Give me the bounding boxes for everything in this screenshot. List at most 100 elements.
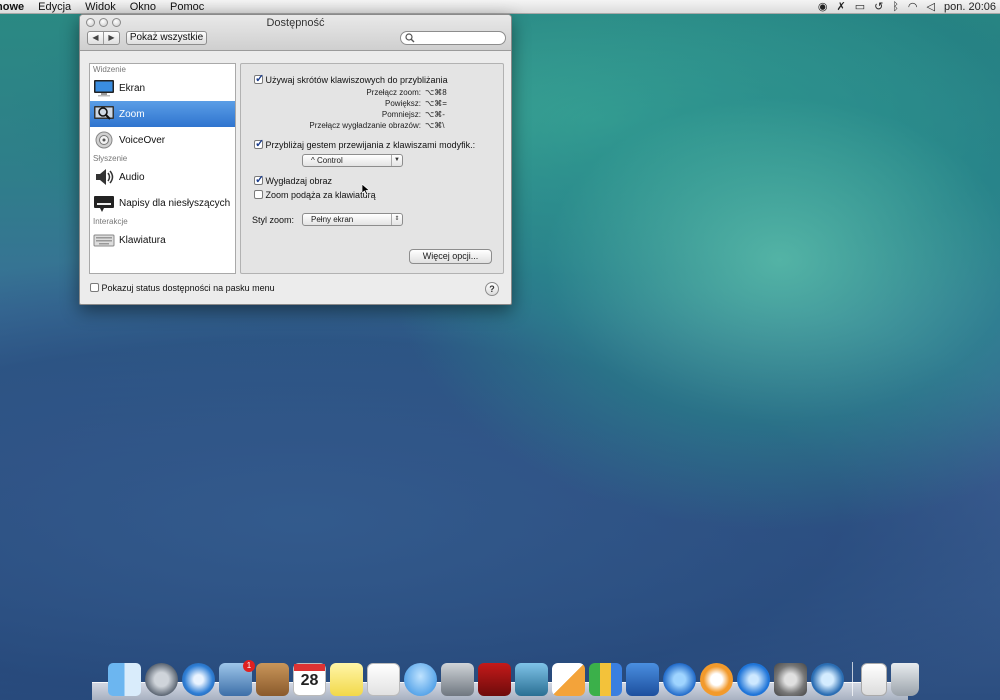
dock: 1 28 [108, 656, 919, 696]
menu-clock[interactable]: pon. 20:06 [944, 0, 996, 14]
dock-separator [852, 662, 853, 696]
use-shortcuts-checkbox[interactable] [254, 72, 264, 85]
nav-back-forward: ◀ ▶ [87, 31, 120, 45]
sidebar-item-captions[interactable]: Napisy dla niesłyszących [90, 190, 235, 216]
launchpad-icon[interactable] [145, 663, 178, 696]
status-menu-label: Pokazuj status dostępności na pasku menu [101, 283, 275, 293]
sidebar-item-label: VoiceOver [119, 134, 166, 146]
captions-icon [94, 196, 114, 212]
zoom-style-label: Styl zoom: [252, 215, 295, 225]
wifi-icon[interactable]: ◠ [908, 0, 918, 14]
menu-edycja[interactable]: Edycja [38, 0, 71, 14]
smooth-image-row[interactable]: Wygładzaj obraz [254, 173, 332, 186]
ibooks-icon[interactable] [700, 663, 733, 696]
facetime-icon[interactable] [441, 663, 474, 696]
app-store-icon[interactable] [737, 663, 770, 696]
scroll-gesture-label: Przybliżaj gestem przewijania z klawisza… [265, 140, 476, 150]
section-label-widzenie: Widzenie [93, 65, 126, 74]
shortcut-value: ⌥⌘- [425, 110, 445, 119]
show-all-button[interactable]: Pokaż wszystkie [126, 31, 207, 45]
scroll-gesture-row[interactable]: Przybliżaj gestem przewijania z klawisza… [254, 137, 476, 150]
contacts-icon[interactable] [256, 663, 289, 696]
messages-icon[interactable] [404, 663, 437, 696]
back-icon[interactable]: ◀ [88, 32, 104, 44]
section-label-slyszenie: Słyszenie [93, 154, 128, 163]
numbers-icon[interactable] [589, 663, 622, 696]
bluetooth-icon[interactable]: ᛒ [892, 0, 899, 14]
voiceover-icon [95, 131, 113, 149]
follow-focus-row[interactable]: Zoom podąża za klawiaturą [254, 190, 376, 200]
status-menu-checkbox[interactable] [90, 283, 99, 292]
smooth-image-label: Wygładzaj obraz [265, 176, 332, 186]
chevron-down-icon: ▼ [391, 155, 402, 166]
sidebar-item-label: Ekran [119, 82, 146, 94]
calendar-icon[interactable]: 28 [293, 663, 326, 696]
sidebar-item-keyboard[interactable]: Klawiatura [90, 227, 235, 253]
menu-app-name[interactable]: nowe [0, 0, 24, 14]
search-icon [405, 33, 415, 43]
menu-okno[interactable]: Okno [130, 0, 156, 14]
search-input[interactable] [400, 31, 506, 45]
tools-icon[interactable]: ✗ [836, 0, 845, 14]
chevron-updown-icon: ⇕ [391, 214, 402, 225]
document-icon[interactable] [861, 663, 887, 696]
shortcut-value: ⌥⌘8 [425, 88, 447, 97]
photo-booth-icon[interactable] [478, 663, 511, 696]
menu-widok[interactable]: Widok [85, 0, 116, 14]
shortcut-label: Powiększ: [384, 99, 421, 108]
section-label-interakcje: Interakcje [93, 217, 128, 226]
menu-bar: nowe Edycja Widok Okno Pomoc ◉ ✗ ▭ ↺ ᛒ ◠… [0, 0, 1000, 14]
sidebar-item-label: Napisy dla niesłyszących [119, 197, 231, 209]
zoom-style-select-value: Pełny ekran [311, 215, 354, 224]
trash-icon[interactable] [891, 663, 919, 696]
sidebar-item-label: Klawiatura [119, 234, 166, 246]
zoom-icon [94, 106, 114, 120]
window-titlebar[interactable]: Dostępność ◀ ▶ Pokaż wszystkie [80, 15, 511, 51]
volume-icon[interactable]: ◁ [927, 0, 935, 14]
itunes-icon[interactable] [663, 663, 696, 696]
mouse-cursor-icon [362, 184, 370, 195]
help-button[interactable]: ? [485, 282, 499, 296]
calendar-header [294, 664, 325, 671]
system-preferences-icon[interactable] [774, 663, 807, 696]
quicktime-icon[interactable] [811, 663, 844, 696]
finder-icon[interactable] [108, 663, 141, 696]
keynote-icon[interactable] [626, 663, 659, 696]
use-shortcuts-row[interactable]: Używaj skrótów klawiszowych do przybliża… [254, 72, 448, 85]
smooth-image-checkbox[interactable] [254, 173, 264, 186]
more-options-button[interactable]: Więcej opcji... [409, 249, 492, 264]
use-shortcuts-label: Używaj skrótów klawiszowych do przybliża… [265, 75, 448, 85]
follow-focus-checkbox[interactable] [254, 190, 263, 199]
reminders-icon[interactable] [367, 663, 400, 696]
iphoto-icon[interactable] [515, 663, 548, 696]
sidebar-item-voiceover[interactable]: VoiceOver [90, 127, 235, 153]
menu-pomoc[interactable]: Pomoc [170, 0, 204, 14]
shortcut-value: ⌥⌘= [425, 99, 447, 108]
pages-icon[interactable] [552, 663, 585, 696]
safari-icon[interactable] [182, 663, 215, 696]
zoom-style-select[interactable]: Pełny ekran ⇕ [302, 213, 403, 226]
time-machine-icon[interactable]: ↺ [874, 0, 883, 14]
airplay-icon[interactable]: ▭ [855, 0, 865, 14]
sidebar-item-ekran[interactable]: Ekran [90, 75, 235, 101]
status-menu-row[interactable]: Pokazuj status dostępności na pasku menu [90, 283, 275, 293]
modifier-select[interactable]: ^ Control ▼ [302, 154, 403, 167]
shortcut-label: Pomniejsz: [381, 110, 421, 119]
shortcut-label: Przełącz zoom: [366, 88, 421, 97]
calendar-day: 28 [300, 672, 319, 689]
accessibility-window: Dostępność ◀ ▶ Pokaż wszystkie Widzenie … [79, 14, 512, 305]
sidebar-item-label: Zoom [119, 108, 145, 120]
category-sidebar: Widzenie Ekran Zoom VoiceOver Słyszenie … [89, 63, 236, 274]
follow-focus-label: Zoom podąża za klawiaturą [265, 190, 376, 200]
record-icon[interactable]: ◉ [818, 0, 828, 14]
mail-icon[interactable]: 1 [219, 660, 255, 696]
monitor-icon [94, 80, 114, 97]
scroll-gesture-checkbox[interactable] [254, 137, 264, 150]
speaker-icon [96, 169, 114, 185]
keyboard-icon [93, 234, 115, 247]
sidebar-item-zoom[interactable]: Zoom [90, 101, 235, 127]
notes-icon[interactable] [330, 663, 363, 696]
mail-badge: 1 [243, 660, 255, 672]
sidebar-item-audio[interactable]: Audio [90, 164, 235, 190]
forward-icon[interactable]: ▶ [104, 32, 119, 44]
